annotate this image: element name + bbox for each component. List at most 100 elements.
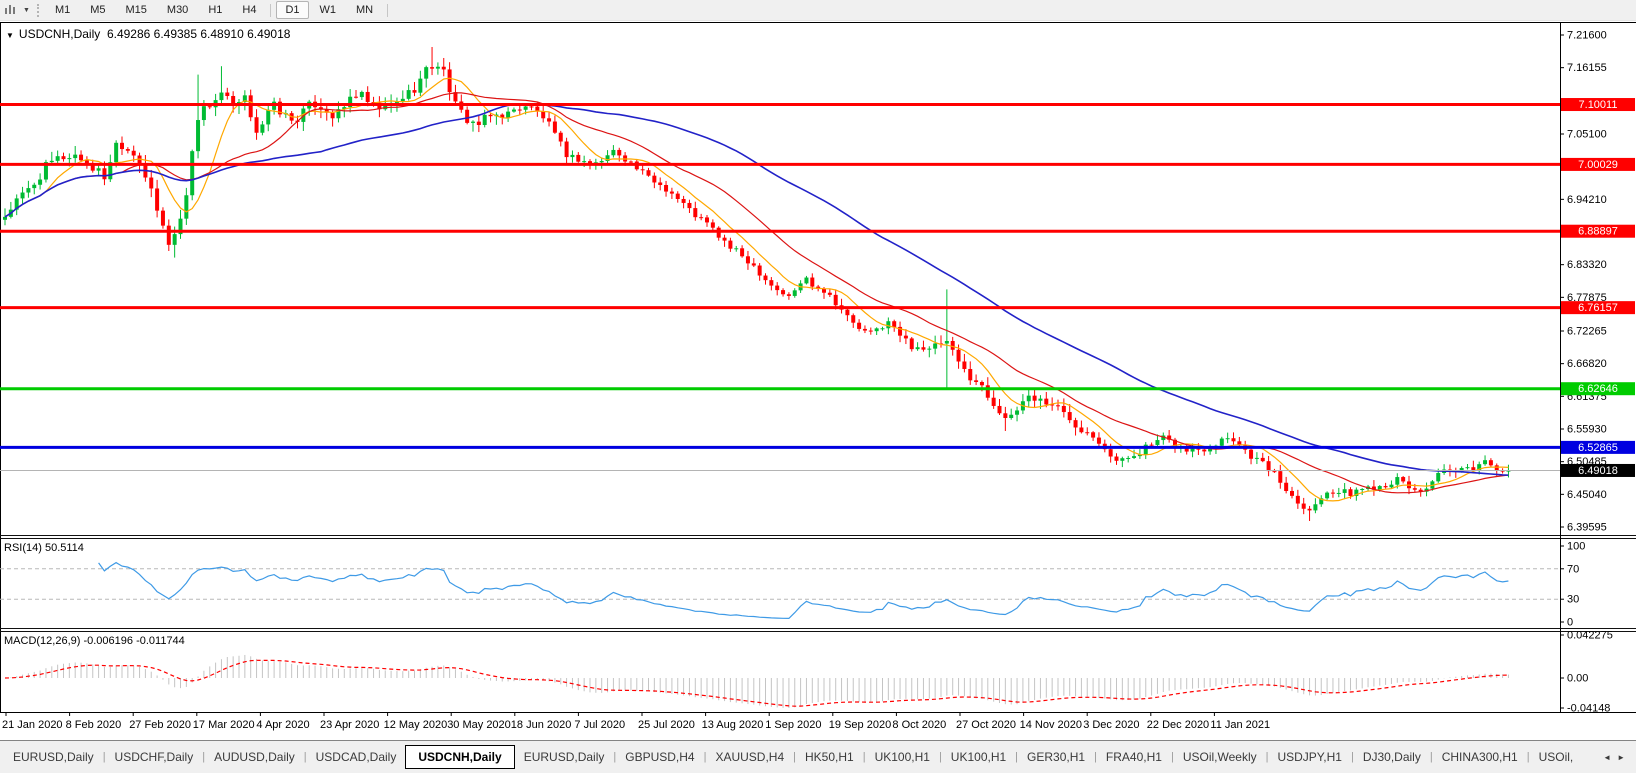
price-axis: 7.216007.161557.051006.942106.833206.778… xyxy=(1560,30,1635,534)
svg-text:100: 100 xyxy=(1567,541,1585,553)
svg-text:6.83320: 6.83320 xyxy=(1567,259,1607,271)
date-label: 17 Mar 2020 xyxy=(193,719,255,731)
symbol-tab-uk100-h1[interactable]: UK100,H1 xyxy=(866,747,939,767)
chart-cursor-icon[interactable] xyxy=(2,3,20,17)
symbol-tab-gbpusd-h4[interactable]: GBPUSD,H4 xyxy=(616,747,703,767)
svg-text:6.94210: 6.94210 xyxy=(1567,194,1607,206)
svg-text:6.52865: 6.52865 xyxy=(1578,442,1618,454)
timeframe-button-M5[interactable]: M5 xyxy=(81,1,114,19)
toolbar-separator xyxy=(387,3,389,17)
timeframe-button-M1[interactable]: M1 xyxy=(46,1,79,19)
date-label: 11 Jan 2021 xyxy=(1210,719,1270,731)
trading-terminal: ▼ M1 M5 M15 M30 H1 H4 D1 W1 MN 7.21600 7.16155 7.0… xyxy=(0,0,1636,773)
tab-scroll-right-icon[interactable]: ► xyxy=(1614,753,1628,762)
date-label: 27 Feb 2020 xyxy=(129,719,191,731)
svg-text:6.66820: 6.66820 xyxy=(1567,358,1607,370)
timeframe-button-W1[interactable]: W1 xyxy=(311,1,346,19)
macd-indicator-label: MACD(12,26,9) -0.006196 -0.011744 xyxy=(4,635,185,647)
macd-signal-line xyxy=(4,659,1509,707)
date-label: 7 Jul 2020 xyxy=(574,719,625,731)
svg-text:0: 0 xyxy=(1567,617,1573,629)
ma-fast-line xyxy=(4,77,1509,502)
symbol-tab-usdchf-daily[interactable]: USDCHF,Daily xyxy=(106,747,203,767)
toolbar-separator xyxy=(270,3,272,17)
symbol-tab-usdjpy-h1[interactable]: USDJPY,H1 xyxy=(1268,747,1350,767)
timeframe-button-D1[interactable]: D1 xyxy=(276,1,309,19)
date-label: 23 Apr 2020 xyxy=(320,719,379,731)
timeframe-button-MN[interactable]: MN xyxy=(347,1,382,19)
symbol-tab-ger30-h1[interactable]: GER30,H1 xyxy=(1018,747,1094,767)
date-label: 25 Jul 2020 xyxy=(638,719,695,731)
svg-text:0.042275: 0.042275 xyxy=(1567,630,1613,642)
svg-text:6.55930: 6.55930 xyxy=(1567,423,1607,435)
date-label: 30 May 2020 xyxy=(447,719,511,731)
svg-text:7.21600: 7.21600 xyxy=(1567,30,1607,42)
symbol-name: USDCNH,Daily xyxy=(18,27,101,41)
symbol-tabbar: EURUSD,Daily | USDCHF,Daily | AUDUSD,Daily | U… xyxy=(0,740,1636,773)
symbol-tab-usoil-weekly[interactable]: USOil,Weekly xyxy=(1174,747,1266,767)
svg-text:0.00: 0.00 xyxy=(1567,673,1588,685)
symbol-dropdown-caret[interactable]: ▼ xyxy=(6,31,14,40)
svg-text:6.76157: 6.76157 xyxy=(1578,302,1618,314)
macd-panel: 0.042275 0.00 -0.04148 xyxy=(4,630,1613,715)
date-label: 12 May 2020 xyxy=(384,719,448,731)
svg-text:6.72265: 6.72265 xyxy=(1567,325,1607,337)
svg-text:70: 70 xyxy=(1567,563,1579,575)
ohlc-values: 6.49286 6.49385 6.48910 6.49018 xyxy=(106,27,291,41)
symbol-tab-fra40-h1[interactable]: FRA40,H1 xyxy=(1097,747,1171,767)
symbol-tab-audusd-daily[interactable]: AUDUSD,Daily xyxy=(205,747,304,767)
svg-text:6.39595: 6.39595 xyxy=(1567,522,1607,534)
svg-text:7.00029: 7.00029 xyxy=(1578,159,1618,171)
symbol-tabs: EURUSD,Daily | USDCHF,Daily | AUDUSD,Daily | U… xyxy=(4,745,1582,769)
rsi-line xyxy=(98,561,1509,620)
svg-text:7.05100: 7.05100 xyxy=(1567,128,1607,140)
symbol-tab-usdcnh-daily[interactable]: USDCNH,Daily xyxy=(405,745,515,769)
timeframe-button-M15[interactable]: M15 xyxy=(117,1,156,19)
timeframe-buttons: M1 M5 M15 M30 H1 H4 D1 W1 MN xyxy=(45,1,392,19)
svg-text:6.49018: 6.49018 xyxy=(1578,465,1618,477)
chart-title: ▼ USDCNH,Daily 6.49286 6.49385 6.48910 6.… xyxy=(6,27,290,41)
symbol-tab-usoil-[interactable]: USOil, xyxy=(1530,747,1583,767)
date-label: 8 Oct 2020 xyxy=(892,719,946,731)
date-label: 22 Dec 2020 xyxy=(1147,719,1209,731)
svg-text:6.45040: 6.45040 xyxy=(1567,489,1607,501)
timeframe-button-H1[interactable]: H1 xyxy=(199,1,231,19)
chart-window: 7.21600 7.16155 7.05100 6.94210 6.83320 6.778… xyxy=(0,22,1636,740)
date-label: 18 Jun 2020 xyxy=(511,719,572,731)
toolbar-drag-handle[interactable] xyxy=(36,3,39,17)
rsi-panel: 100 70 30 0 xyxy=(0,541,1585,629)
date-label: 4 Apr 2020 xyxy=(256,719,309,731)
price-chart-canvas[interactable]: 7.216007.161557.051006.942106.833206.778… xyxy=(0,22,1636,740)
horizontal-levels xyxy=(0,103,1560,471)
svg-text:6.88897: 6.88897 xyxy=(1578,226,1618,238)
date-label: 14 Nov 2020 xyxy=(1020,719,1082,731)
date-label: 21 Jan 2020 xyxy=(2,719,63,731)
symbol-tab-usdcad-daily[interactable]: USDCAD,Daily xyxy=(307,747,406,767)
symbol-tab-eurusd-daily[interactable]: EURUSD,Daily xyxy=(4,747,103,767)
symbol-tab-uk100-h1[interactable]: UK100,H1 xyxy=(942,747,1015,767)
symbol-tab-hk50-h1[interactable]: HK50,H1 xyxy=(796,747,863,767)
symbol-tab-xauusd-h4[interactable]: XAUUSD,H4 xyxy=(706,747,793,767)
date-label: 3 Dec 2020 xyxy=(1083,719,1139,731)
toolbar-dropdown-caret[interactable]: ▼ xyxy=(23,7,30,14)
symbol-tab-dj30-daily[interactable]: DJ30,Daily xyxy=(1354,747,1430,767)
timeframe-button-H4[interactable]: H4 xyxy=(233,1,265,19)
symbol-tab-eurusd-daily[interactable]: EURUSD,Daily xyxy=(515,747,614,767)
svg-text:7.16155: 7.16155 xyxy=(1567,62,1607,74)
tab-scroll-left-icon[interactable]: ◄ xyxy=(1600,753,1614,762)
rsi-indicator-label: RSI(14) 50.5114 xyxy=(4,542,84,554)
ma-mid-line xyxy=(4,92,1509,494)
timeframe-toolbar: ▼ M1 M5 M15 M30 H1 H4 D1 W1 MN xyxy=(0,0,1636,21)
svg-text:-0.04148: -0.04148 xyxy=(1567,703,1610,715)
chart-frame xyxy=(0,22,1636,713)
date-label: 8 Feb 2020 xyxy=(66,719,122,731)
date-label: 1 Sep 2020 xyxy=(765,719,821,731)
symbol-tab-china300-h1[interactable]: CHINA300,H1 xyxy=(1433,747,1527,767)
date-label: 27 Oct 2020 xyxy=(956,719,1016,731)
date-label: 19 Sep 2020 xyxy=(829,719,891,731)
date-label: 13 Aug 2020 xyxy=(702,719,764,731)
timeframe-button-M30[interactable]: M30 xyxy=(158,1,197,19)
date-axis: 21 Jan 2020 8 Feb 2020 27 Feb 2020 17 Mar 2… xyxy=(2,712,1270,731)
svg-text:6.62646: 6.62646 xyxy=(1578,383,1618,395)
tab-scroll-arrows: ◄ ► xyxy=(1600,753,1632,762)
